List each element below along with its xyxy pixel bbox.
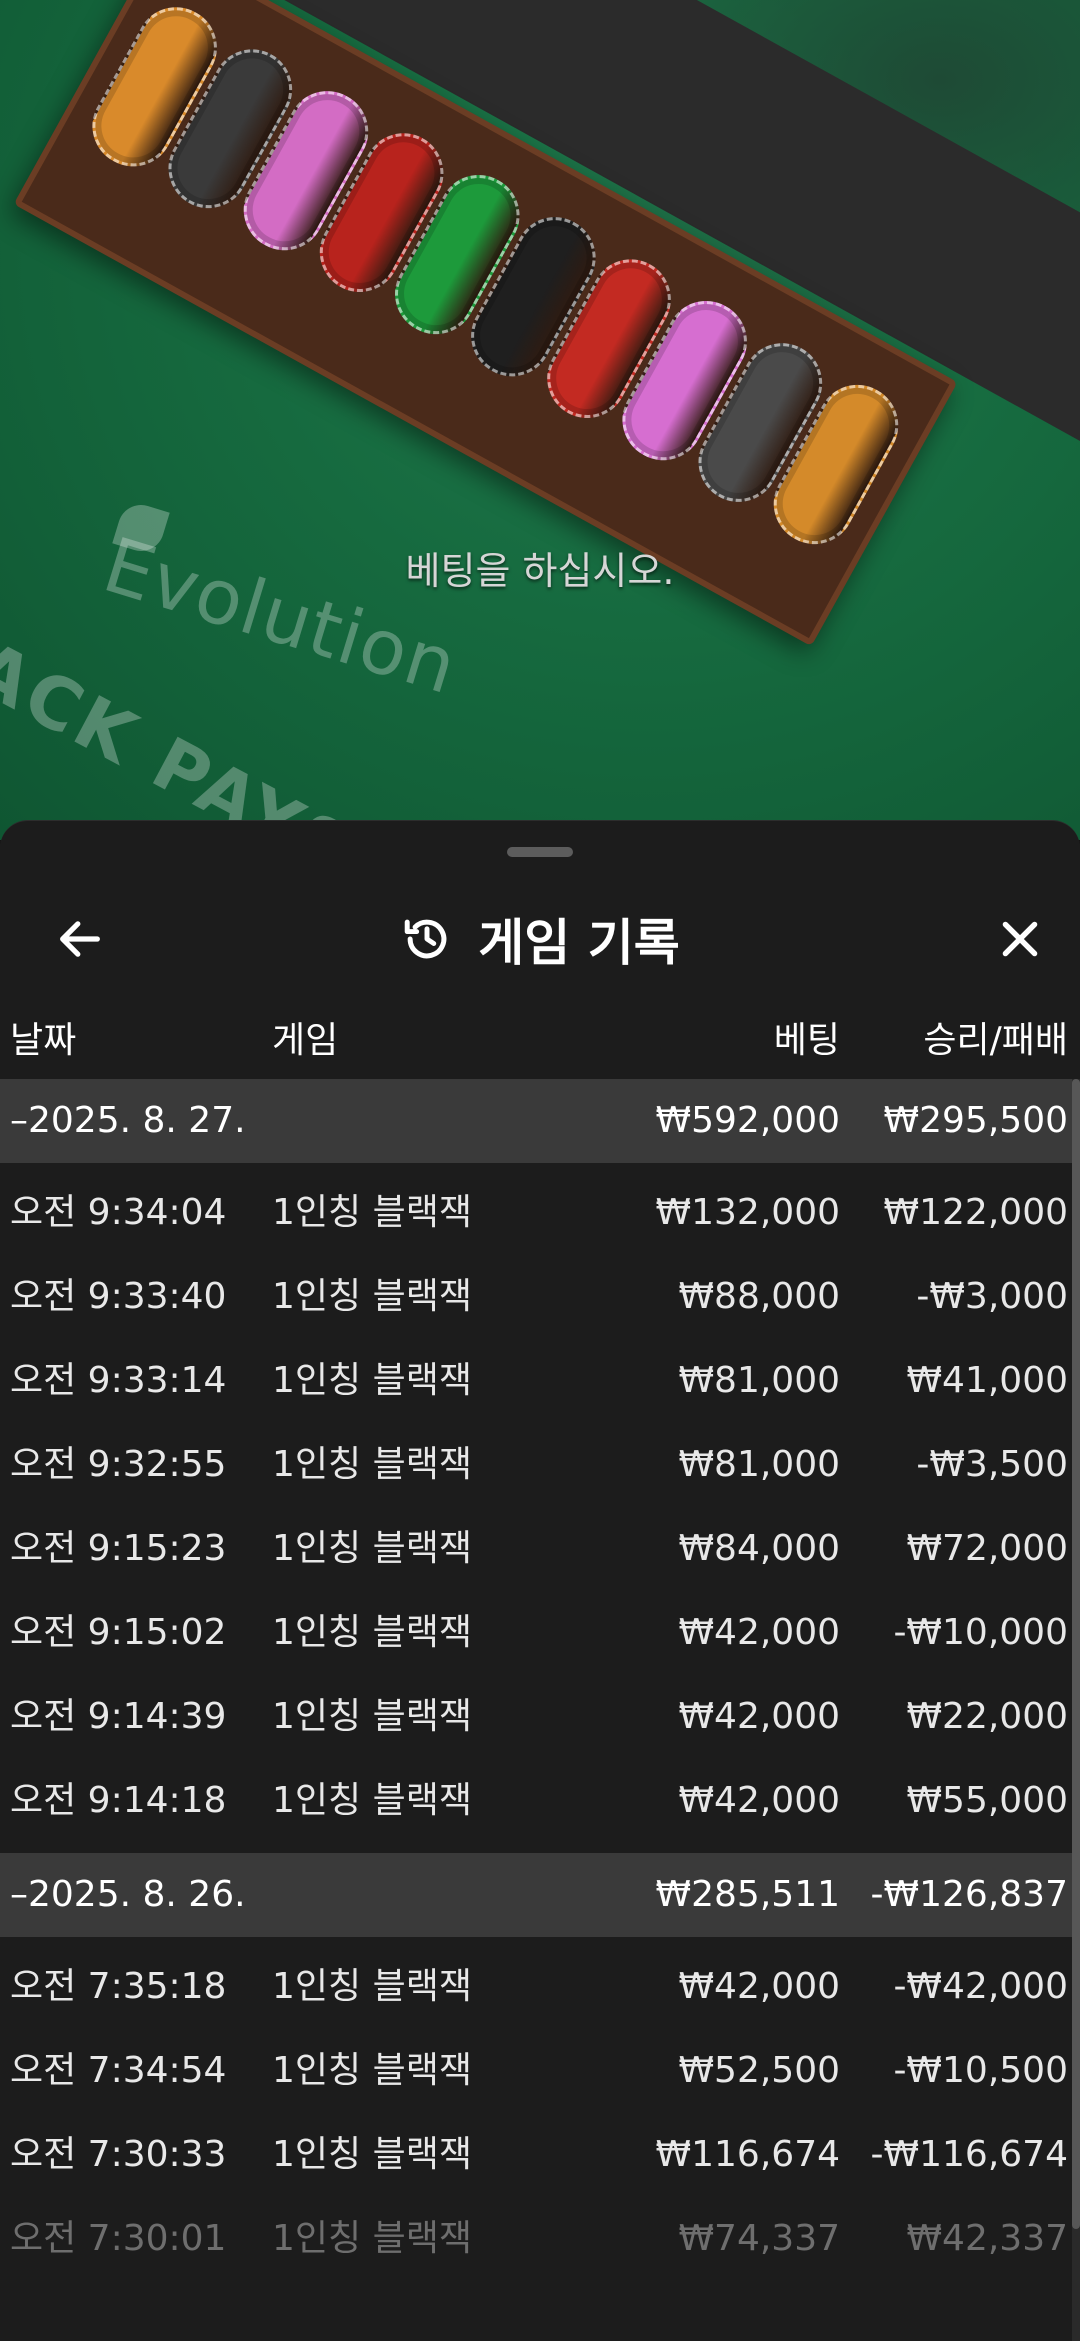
row-game: 1인칭 블랙잭: [272, 1966, 472, 2007]
row-game: 1인칭 블랙잭: [272, 2218, 472, 2259]
table-row[interactable]: 오전 9:33:40 1인칭 블랙잭 ₩88,000 -₩3,000: [0, 1255, 1080, 1339]
table-row[interactable]: 오전 9:14:39 1인칭 블랙잭 ₩42,000 ₩22,000: [0, 1675, 1080, 1759]
row-game: 1인칭 블랙잭: [272, 2050, 472, 2091]
group-bet-total: ₩285,511: [655, 1874, 840, 1915]
column-date[interactable]: 날짜: [10, 1011, 76, 1063]
row-game: 1인칭 블랙잭: [272, 1528, 472, 1569]
row-game: 1인칭 블랙잭: [272, 1696, 472, 1737]
table-row[interactable]: 오전 9:15:23 1인칭 블랙잭 ₩84,000 ₩72,000: [0, 1507, 1080, 1591]
group-bet-total: ₩592,000: [655, 1100, 840, 1141]
row-bet: ₩42,000: [678, 1780, 840, 1821]
row-result: ₩42,337: [906, 2218, 1068, 2259]
table-row[interactable]: 오전 7:30:01 1인칭 블랙잭 ₩74,337 ₩42,337: [0, 2197, 1080, 2281]
group-date: –2025. 8. 26.: [10, 1874, 246, 1915]
game-history-sheet: 게임 기록 날짜 게임 베팅 승리/패배 –2025. 8. 27. ₩592,…: [0, 820, 1080, 2341]
row-bet: ₩74,337: [678, 2218, 840, 2259]
row-result: -₩42,000: [893, 1966, 1068, 2007]
sheet-header: 게임 기록: [0, 881, 1080, 991]
scrollbar-thumb[interactable]: [1072, 1079, 1080, 2229]
row-bet: ₩84,000: [678, 1528, 840, 1569]
row-result: -₩3,500: [916, 1444, 1068, 1485]
row-game: 1인칭 블랙잭: [272, 1612, 472, 1653]
close-icon: [1002, 921, 1038, 957]
row-result: ₩122,000: [883, 1192, 1068, 1233]
row-game: 1인칭 블랙잭: [272, 1276, 472, 1317]
row-time: 오전 9:33:40: [10, 1276, 227, 1317]
title-group: 게임 기록: [0, 901, 1080, 977]
row-bet: ₩42,000: [678, 1612, 840, 1653]
row-bet: ₩42,000: [678, 1966, 840, 2007]
place-bets-prompt: 베팅을 하십시오.: [405, 549, 675, 593]
row-time: 오전 9:32:55: [10, 1444, 227, 1485]
row-time: 오전 7:34:54: [10, 2050, 227, 2091]
row-bet: ₩132,000: [655, 1192, 840, 1233]
row-game: 1인칭 블랙잭: [272, 1360, 472, 1401]
table-row[interactable]: 오전 7:34:54 1인칭 블랙잭 ₩52,500 -₩10,500: [0, 2029, 1080, 2113]
row-time: 오전 9:33:14: [10, 1360, 227, 1401]
row-bet: ₩52,500: [678, 2050, 840, 2091]
row-game: 1인칭 블랙잭: [272, 1780, 472, 1821]
table-row[interactable]: 오전 9:32:55 1인칭 블랙잭 ₩81,000 -₩3,500: [0, 1423, 1080, 1507]
table-row[interactable]: 오전 7:35:18 1인칭 블랙잭 ₩42,000 -₩42,000: [0, 1945, 1080, 2029]
row-game: 1인칭 블랙잭: [272, 2134, 472, 2175]
row-time: 오전 9:14:18: [10, 1780, 227, 1821]
group-date: –2025. 8. 27.: [10, 1100, 246, 1141]
row-result: -₩116,674: [870, 2134, 1068, 2175]
group-result-total: ₩295,500: [883, 1100, 1068, 1141]
column-win-loss[interactable]: 승리/패배: [923, 1011, 1068, 1063]
row-result: -₩3,000: [916, 1276, 1068, 1317]
column-game[interactable]: 게임: [272, 1011, 338, 1063]
row-bet: ₩81,000: [678, 1444, 840, 1485]
history-icon: [405, 919, 447, 959]
row-time: 오전 7:30:33: [10, 2134, 227, 2175]
row-time: 오전 7:30:01: [10, 2218, 227, 2259]
table-row[interactable]: 오전 9:33:14 1인칭 블랙잭 ₩81,000 ₩41,000: [0, 1339, 1080, 1423]
column-bet[interactable]: 베팅: [774, 1011, 840, 1063]
row-time: 오전 9:34:04: [10, 1192, 227, 1233]
row-bet: ₩42,000: [678, 1696, 840, 1737]
row-result: -₩10,000: [893, 1612, 1068, 1653]
row-time: 오전 7:35:18: [10, 1966, 227, 2007]
row-result: -₩10,500: [893, 2050, 1068, 2091]
history-list: –2025. 8. 27. ₩592,000 ₩295,500 오전 9:34:…: [0, 1079, 1080, 2281]
row-result: ₩55,000: [906, 1780, 1068, 1821]
date-group-header[interactable]: –2025. 8. 26. ₩285,511 -₩126,837: [0, 1853, 1080, 1937]
table-row[interactable]: 오전 9:14:18 1인칭 블랙잭 ₩42,000 ₩55,000: [0, 1759, 1080, 1843]
table-row[interactable]: 오전 9:34:04 1인칭 블랙잭 ₩132,000 ₩122,000: [0, 1171, 1080, 1255]
row-bet: ₩81,000: [678, 1360, 840, 1401]
row-time: 오전 9:15:23: [10, 1528, 227, 1569]
table-row[interactable]: 오전 7:30:33 1인칭 블랙잭 ₩116,674 -₩116,674: [0, 2113, 1080, 2197]
row-time: 오전 9:14:39: [10, 1696, 227, 1737]
table-row[interactable]: 오전 9:15:02 1인칭 블랙잭 ₩42,000 -₩10,000: [0, 1591, 1080, 1675]
row-result: ₩72,000: [906, 1528, 1068, 1569]
page-title: 게임 기록: [478, 914, 680, 972]
row-bet: ₩88,000: [678, 1276, 840, 1317]
row-game: 1인칭 블랙잭: [272, 1192, 472, 1233]
table-header: 날짜 게임 베팅 승리/패배: [0, 1011, 1080, 1071]
date-group-header[interactable]: –2025. 8. 27. ₩592,000 ₩295,500: [0, 1079, 1080, 1163]
sheet-drag-handle[interactable]: [507, 847, 573, 857]
row-time: 오전 9:15:02: [10, 1612, 227, 1653]
group-result-total: -₩126,837: [870, 1874, 1068, 1915]
row-result: ₩41,000: [906, 1360, 1068, 1401]
close-button[interactable]: [980, 899, 1060, 979]
row-bet: ₩116,674: [655, 2134, 840, 2175]
row-result: ₩22,000: [906, 1696, 1068, 1737]
live-table-view: Evolution JACK PAYS 베팅을 하십시오.: [0, 0, 1080, 840]
row-game: 1인칭 블랙잭: [272, 1444, 472, 1485]
